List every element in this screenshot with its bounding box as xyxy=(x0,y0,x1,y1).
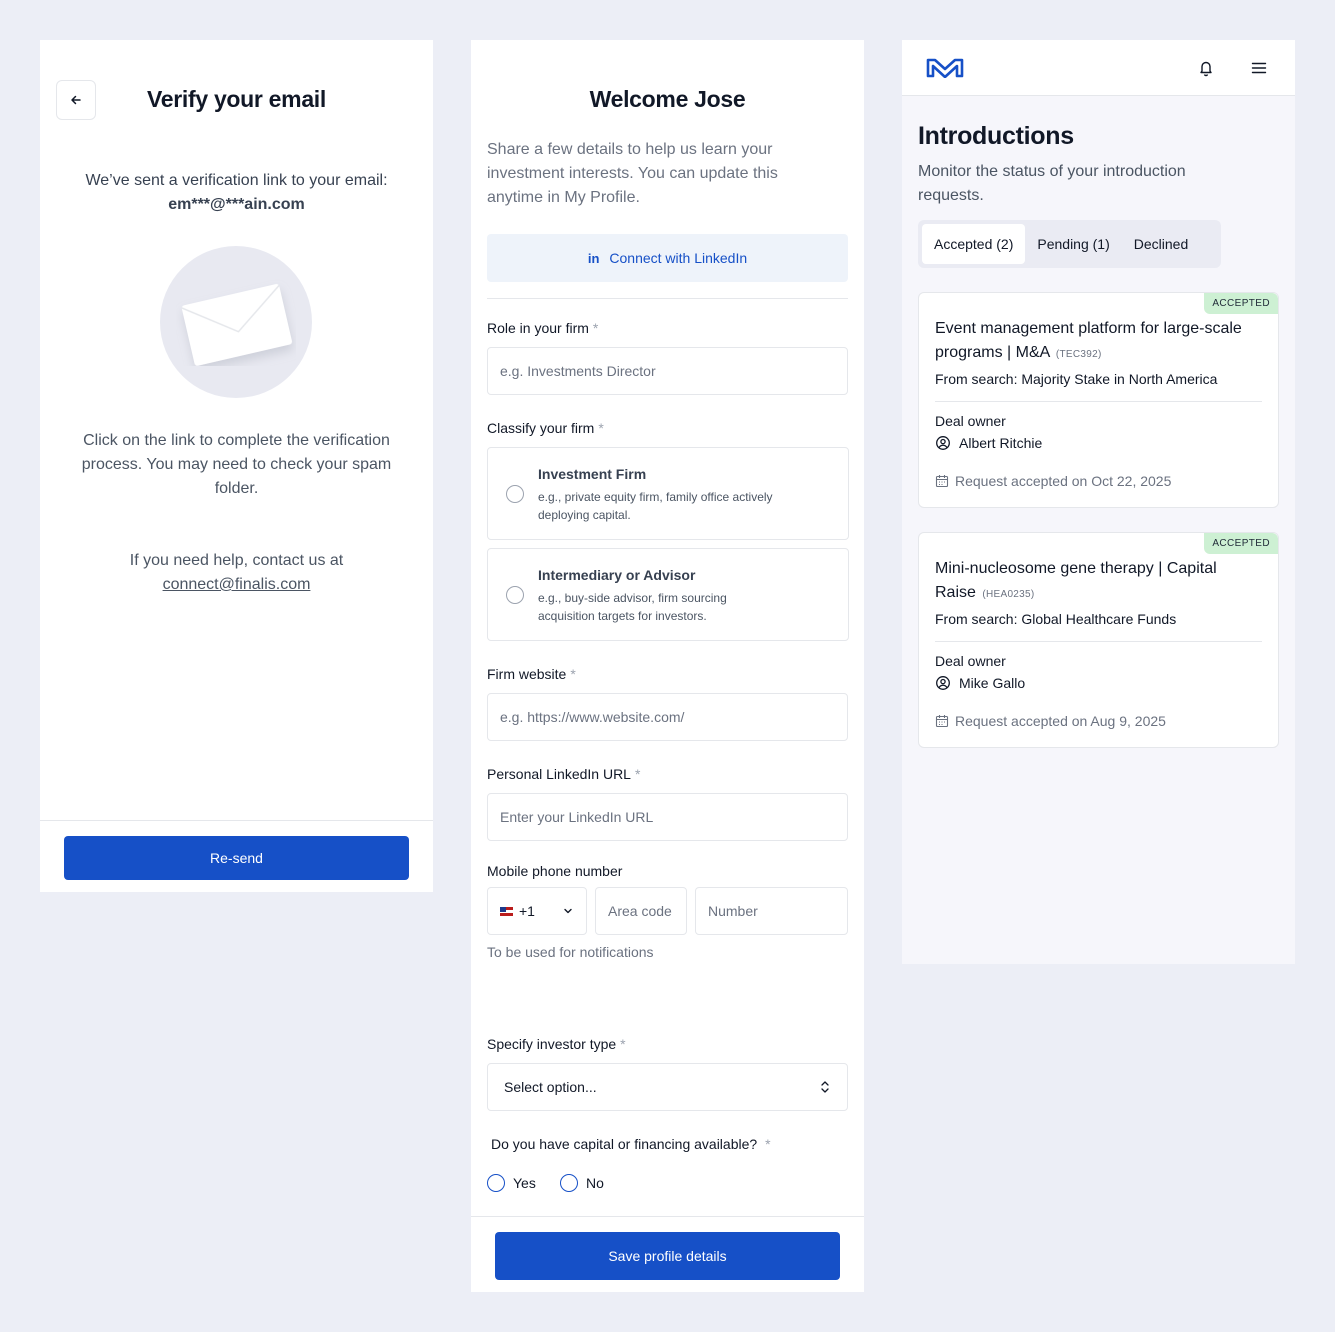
investor-type-label: Specify investor type * xyxy=(487,1036,626,1052)
instructions-text: Click on the link to complete the verifi… xyxy=(81,432,392,497)
user-circle-icon xyxy=(936,436,950,450)
radio-button[interactable] xyxy=(506,586,524,604)
option-description: e.g., buy-side advisor, firm sourcing ac… xyxy=(538,591,727,623)
tab-accepted[interactable]: Accepted (2) xyxy=(922,224,1026,264)
area-code-input[interactable] xyxy=(595,887,687,935)
card-divider xyxy=(935,401,1262,402)
divider xyxy=(487,298,848,299)
radio-button[interactable] xyxy=(560,1174,578,1192)
linkedin-url-label: Personal LinkedIn URL * xyxy=(487,766,641,782)
page-title: Introductions xyxy=(918,122,1074,150)
owner-name: Albert Ritchie xyxy=(959,435,1043,451)
status-badge: ACCEPTED xyxy=(1204,293,1278,314)
status-tabs: Accepted (2) Pending (1) Declined xyxy=(918,220,1221,268)
page-title: Verify your email xyxy=(147,86,326,112)
flag-icon xyxy=(500,906,513,916)
introduction-card[interactable]: ACCEPTED Event management platform for l… xyxy=(918,292,1279,508)
welcome-panel: Welcome Jose Share a few details to help… xyxy=(471,40,864,1292)
status-badge: ACCEPTED xyxy=(1204,533,1278,554)
sent-message: We’ve sent a verification link to your e… xyxy=(64,169,409,217)
masked-email: em***@***ain.com xyxy=(168,196,305,213)
updown-icon xyxy=(821,1081,829,1093)
yes-label: Yes xyxy=(513,1175,536,1191)
radio-button[interactable] xyxy=(506,485,524,503)
capital-label: Do you have capital or financing availab… xyxy=(491,1136,771,1152)
accepted-date: Request accepted on Aug 9, 2025 xyxy=(935,713,1166,729)
intro-text: Share a few details to help us learn you… xyxy=(487,141,778,206)
support-email-link[interactable]: connect@finalis.com xyxy=(163,573,311,597)
tab-declined[interactable]: Declined xyxy=(1122,224,1200,264)
no-label: No xyxy=(586,1175,604,1191)
phone-label: Mobile phone number xyxy=(487,863,623,879)
deal-code: (HEA0235) xyxy=(982,589,1035,600)
firm-option-investment[interactable]: Investment Firm e.g., private equity fir… xyxy=(487,447,849,540)
envelope-icon xyxy=(181,284,292,366)
resend-button[interactable]: Re-send xyxy=(64,836,409,880)
help-label: If you need help, contact us at xyxy=(129,552,344,569)
deal-title: Event management platform for large-scal… xyxy=(935,320,1242,361)
deal-title: Mini-nucleosome gene therapy | Capital R… xyxy=(935,560,1217,601)
website-label: Firm website * xyxy=(487,666,576,682)
tab-pending[interactable]: Pending (1) xyxy=(1025,224,1121,264)
connect-linkedin-label: Connect with LinkedIn xyxy=(609,250,748,266)
accepted-date: Request accepted on Oct 22, 2025 xyxy=(935,473,1171,489)
introductions-panel: Introductions Monitor the status of your… xyxy=(902,40,1295,964)
capital-no-option[interactable]: No xyxy=(560,1174,604,1192)
page-subtitle: Monitor the status of your introduction … xyxy=(918,163,1186,204)
option-title: Investment Firm xyxy=(538,466,647,482)
bell-icon[interactable] xyxy=(1198,59,1214,77)
help-text: If you need help, contact us at connect@… xyxy=(64,549,409,597)
option-title: Intermediary or Advisor xyxy=(538,567,696,583)
phone-hint: To be used for notifications xyxy=(487,944,654,960)
deal-owner-label: Deal owner xyxy=(935,413,1006,429)
envelope-illustration xyxy=(160,246,312,398)
search-source: From search: Global Healthcare Funds xyxy=(935,611,1177,627)
calendar-icon xyxy=(935,715,949,728)
deal-code: (TEC392) xyxy=(1055,349,1102,360)
phone-number-input[interactable] xyxy=(695,887,848,935)
classify-label: Classify your firm * xyxy=(487,420,604,436)
card-divider xyxy=(935,641,1262,642)
sent-text: We’ve sent a verification link to your e… xyxy=(85,172,388,189)
calendar-icon xyxy=(935,475,949,488)
select-value: Select option... xyxy=(504,1079,597,1095)
date-text: Request accepted on Oct 22, 2025 xyxy=(955,473,1172,489)
logo-icon[interactable] xyxy=(926,58,964,78)
deal-owner: Mike Gallo xyxy=(935,675,1025,691)
footer-divider xyxy=(40,820,433,821)
option-description: e.g., private equity firm, family office… xyxy=(538,490,773,522)
save-profile-button[interactable]: Save profile details xyxy=(495,1232,840,1280)
role-input[interactable] xyxy=(487,347,848,395)
role-label: Role in your firm * xyxy=(487,320,599,336)
website-input[interactable] xyxy=(487,693,848,741)
verify-email-panel: Verify your email We’ve sent a verificat… xyxy=(40,40,433,892)
linkedin-url-input[interactable] xyxy=(487,793,848,841)
chevron-down-icon xyxy=(564,908,572,914)
capital-yes-option[interactable]: Yes xyxy=(487,1174,536,1192)
top-bar xyxy=(902,40,1295,96)
page-title: Welcome Jose xyxy=(589,86,746,112)
date-text: Request accepted on Aug 9, 2025 xyxy=(955,713,1166,729)
deal-owner-label: Deal owner xyxy=(935,653,1006,669)
deal-owner: Albert Ritchie xyxy=(935,435,1042,451)
search-source: From search: Majority Stake in North Ame… xyxy=(935,371,1218,387)
footer-divider xyxy=(471,1216,864,1217)
menu-icon[interactable] xyxy=(1250,59,1268,77)
country-code: +1 xyxy=(519,903,535,919)
linkedin-icon: in xyxy=(587,250,600,266)
connect-linkedin-button[interactable]: in Connect with LinkedIn xyxy=(487,234,848,282)
firm-option-intermediary[interactable]: Intermediary or Advisor e.g., buy-side a… xyxy=(487,548,849,641)
radio-button[interactable] xyxy=(487,1174,505,1192)
introduction-card[interactable]: ACCEPTED Mini-nucleosome gene therapy | … xyxy=(918,532,1279,748)
investor-type-select[interactable]: Select option... xyxy=(487,1063,848,1111)
owner-name: Mike Gallo xyxy=(959,675,1026,691)
country-code-select[interactable]: +1 xyxy=(487,887,587,935)
user-circle-icon xyxy=(936,676,950,690)
